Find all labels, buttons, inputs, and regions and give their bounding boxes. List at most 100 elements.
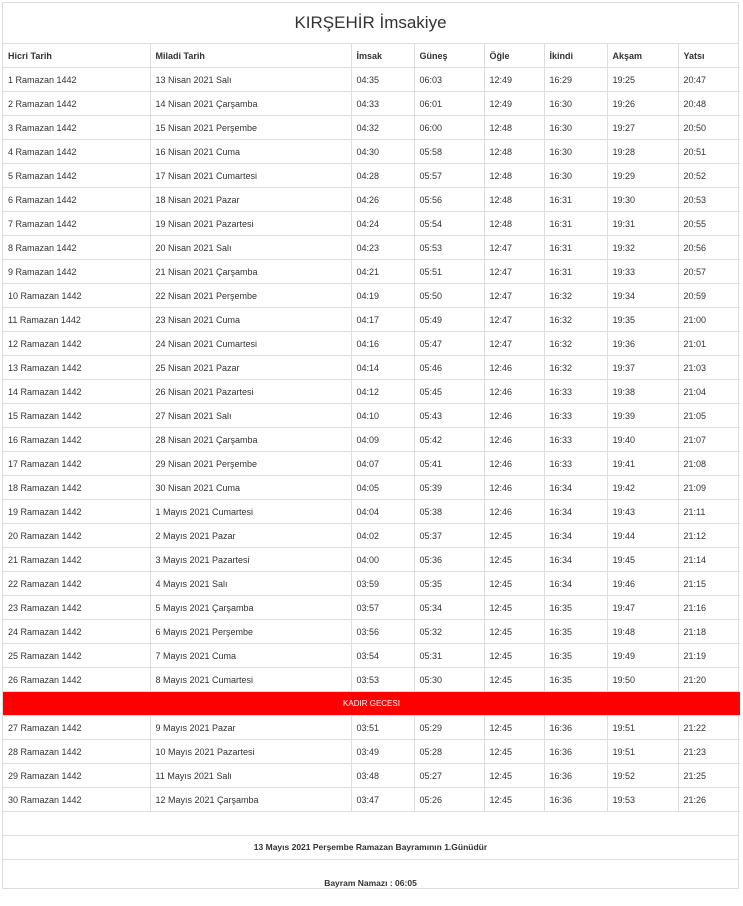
table-cell: 16:33 bbox=[544, 427, 608, 452]
table-cell: 05:56 bbox=[414, 187, 485, 212]
table-cell: 12:45 bbox=[484, 571, 545, 596]
table-cell: 12:45 bbox=[484, 595, 545, 620]
table-cell: 3 Ramazan 1442 bbox=[3, 115, 151, 140]
column-header: Akşam bbox=[607, 44, 679, 68]
table-cell: 19:31 bbox=[607, 211, 679, 236]
table-cell: 25 Nisan 2021 Pazar bbox=[150, 355, 352, 380]
table-cell: 19:35 bbox=[607, 307, 679, 332]
table-row: 1 Ramazan 1442 13 Nisan 2021 Salı 04:35 06:… bbox=[3, 67, 740, 92]
table-cell: 22 Ramazan 1442 bbox=[3, 571, 151, 596]
table-cell: 16:35 bbox=[544, 643, 608, 668]
table-cell: 05:54 bbox=[414, 211, 485, 236]
table-cell: 03:49 bbox=[351, 739, 415, 764]
table-cell: 21:19 bbox=[678, 643, 740, 668]
table-cell: 19:46 bbox=[607, 571, 679, 596]
table-row: 8 Ramazan 1442 20 Nisan 2021 Salı 04:23 05:… bbox=[3, 235, 740, 260]
table-cell: 19:52 bbox=[607, 763, 679, 788]
table-cell: 12:48 bbox=[484, 163, 545, 188]
table-cell: 21:18 bbox=[678, 619, 740, 644]
table-cell: 06:03 bbox=[414, 67, 485, 92]
table-cell: 18 Nisan 2021 Pazar bbox=[150, 187, 352, 212]
table-cell: 5 Mayıs 2021 Çarşamba bbox=[150, 595, 352, 620]
table-cell: 16:33 bbox=[544, 451, 608, 476]
table-cell: 21:00 bbox=[678, 307, 740, 332]
table-row: 24 Ramazan 1442 6 Mayıs 2021 Perşembe 03:5… bbox=[3, 619, 740, 644]
table-cell: 03:53 bbox=[351, 667, 415, 692]
spacer-row bbox=[3, 812, 738, 836]
table-cell: 23 Ramazan 1442 bbox=[3, 595, 151, 620]
table-cell: 12:46 bbox=[484, 403, 545, 428]
table-cell: 04:07 bbox=[351, 451, 415, 476]
table-cell: 05:30 bbox=[414, 667, 485, 692]
table-row: 12 Ramazan 1442 24 Nisan 2021 Cumartesi 04… bbox=[3, 331, 740, 356]
table-cell: 8 Ramazan 1442 bbox=[3, 235, 151, 260]
table-cell: 12:47 bbox=[484, 283, 545, 308]
table-cell: 4 Ramazan 1442 bbox=[3, 139, 151, 164]
table-cell: 04:09 bbox=[351, 427, 415, 452]
table-cell: 16:30 bbox=[544, 91, 608, 116]
table-row: 7 Ramazan 1442 19 Nisan 2021 Pazartesi 04:… bbox=[3, 211, 740, 236]
table-cell: 27 Nisan 2021 Salı bbox=[150, 403, 352, 428]
table-cell: 28 Ramazan 1442 bbox=[3, 739, 151, 764]
table-cell: 16:36 bbox=[544, 715, 608, 740]
table-cell: 19:51 bbox=[607, 739, 679, 764]
table-cell: 05:46 bbox=[414, 355, 485, 380]
table-cell: 05:36 bbox=[414, 547, 485, 572]
table-cell: 9 Ramazan 1442 bbox=[3, 259, 151, 284]
table-cell: 20:52 bbox=[678, 163, 740, 188]
table-cell: 05:42 bbox=[414, 427, 485, 452]
table-row: 16 Ramazan 1442 28 Nisan 2021 Çarşamba 04:… bbox=[3, 427, 740, 452]
column-header: Miladi Tarih bbox=[150, 44, 352, 68]
table-cell: 21:07 bbox=[678, 427, 740, 452]
column-header: İmsak bbox=[351, 44, 415, 68]
table-cell: 20:57 bbox=[678, 259, 740, 284]
table-cell: 05:47 bbox=[414, 331, 485, 356]
table-row: 10 Ramazan 1442 22 Nisan 2021 Perşembe 04:… bbox=[3, 283, 740, 308]
table-cell: 12:45 bbox=[484, 739, 545, 764]
table-cell: 12:48 bbox=[484, 115, 545, 140]
table-cell: 11 Ramazan 1442 bbox=[3, 307, 151, 332]
table-cell: 16:32 bbox=[544, 307, 608, 332]
table-cell: 27 Ramazan 1442 bbox=[3, 715, 151, 740]
table-cell: 05:57 bbox=[414, 163, 485, 188]
table-cell: 12:45 bbox=[484, 667, 545, 692]
table-cell: 05:43 bbox=[414, 403, 485, 428]
table-cell: 12:46 bbox=[484, 451, 545, 476]
table-cell: 03:48 bbox=[351, 763, 415, 788]
table-row: 25 Ramazan 1442 7 Mayıs 2021 Cuma 03:54 05:… bbox=[3, 643, 740, 668]
table-cell: 19:28 bbox=[607, 139, 679, 164]
table-cell: 9 Mayıs 2021 Pazar bbox=[150, 715, 352, 740]
table-cell: 30 Ramazan 1442 bbox=[3, 787, 151, 812]
table-cell: 19:36 bbox=[607, 331, 679, 356]
table-row: 27 Ramazan 1442 9 Mayıs 2021 Pazar 03:51 05… bbox=[3, 715, 740, 740]
table-cell: 19:33 bbox=[607, 259, 679, 284]
table-cell: 26 Ramazan 1442 bbox=[3, 667, 151, 692]
table-cell: 05:38 bbox=[414, 499, 485, 524]
table-cell: 16:33 bbox=[544, 403, 608, 428]
table-cell: 17 Ramazan 1442 bbox=[3, 451, 151, 476]
table-cell: 20:59 bbox=[678, 283, 740, 308]
table-cell: 21:11 bbox=[678, 499, 740, 524]
table-cell: 20 Nisan 2021 Salı bbox=[150, 235, 352, 260]
table-cell: 10 Ramazan 1442 bbox=[3, 283, 151, 308]
table-cell: 05:45 bbox=[414, 379, 485, 404]
table-cell: 15 Ramazan 1442 bbox=[3, 403, 151, 428]
table-cell: 04:21 bbox=[351, 259, 415, 284]
table-cell: 20:51 bbox=[678, 139, 740, 164]
table-cell: 21:01 bbox=[678, 331, 740, 356]
table-cell: 05:28 bbox=[414, 739, 485, 764]
table-cell: 04:17 bbox=[351, 307, 415, 332]
table-row: 21 Ramazan 1442 3 Mayıs 2021 Pazartesi 04:… bbox=[3, 547, 740, 572]
table-cell: 16:34 bbox=[544, 547, 608, 572]
table-cell: 18 Ramazan 1442 bbox=[3, 475, 151, 500]
table-cell: 14 Ramazan 1442 bbox=[3, 379, 151, 404]
table-header-row: Hicri Tarih Miladi Tarih İmsak Güneş Öğle İki… bbox=[3, 44, 740, 68]
table-cell: 20:48 bbox=[678, 91, 740, 116]
table-row: 13 Ramazan 1442 25 Nisan 2021 Pazar 04:14 0… bbox=[3, 355, 740, 380]
table-cell: 03:51 bbox=[351, 715, 415, 740]
table-cell: 21:04 bbox=[678, 379, 740, 404]
table-row: 26 Ramazan 1442 8 Mayıs 2021 Cumartesi 03:… bbox=[3, 667, 740, 692]
table-cell: 21:12 bbox=[678, 523, 740, 548]
table-cell: 19:30 bbox=[607, 187, 679, 212]
imsakiye-table: Hicri Tarih Miladi Tarih İmsak Güneş Öğle İki… bbox=[3, 44, 740, 812]
